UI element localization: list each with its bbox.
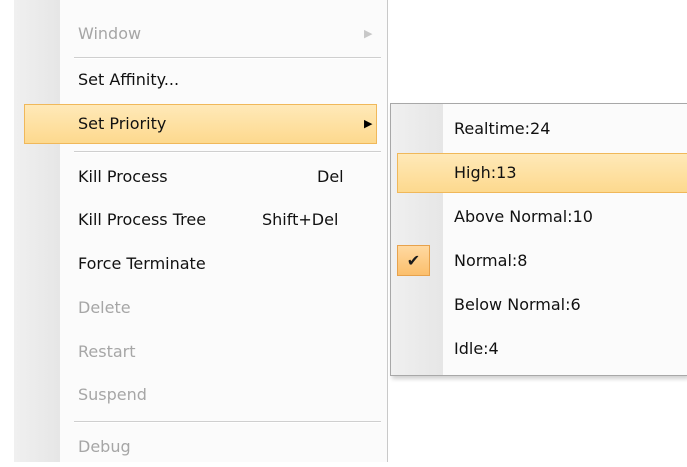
checkmark-icon: ✔ <box>397 245 430 276</box>
menu-item-label: Set Affinity... <box>78 70 180 89</box>
menu-item-label: Debug <box>78 437 131 456</box>
menu-item-delete: Delete <box>14 288 387 328</box>
menu-item-label: Kill Process <box>78 167 168 186</box>
priority-above-normal[interactable]: Above Normal:10 <box>391 197 687 237</box>
menu-item-suspend: Suspend <box>14 375 387 415</box>
menu-item-label: Realtime:24 <box>454 119 551 138</box>
priority-realtime[interactable]: Realtime:24 <box>391 109 687 149</box>
priority-high[interactable]: High:13 <box>397 153 687 193</box>
priority-submenu: Realtime:24 High:13 Above Normal:10 ✔ No… <box>390 103 687 376</box>
menu-item-label: Delete <box>78 298 131 317</box>
menu-item-label: Below Normal:6 <box>454 295 581 314</box>
menu-item-label: High:13 <box>454 163 517 182</box>
menu-item-kill-process-tree[interactable]: Kill Process Tree Shift+Del <box>14 200 387 240</box>
menu-item-window: Window ▶ <box>14 14 387 54</box>
context-menu: Window ▶ Set Affinity... Set Priority ▶ … <box>14 0 388 462</box>
menu-item-set-affinity[interactable]: Set Affinity... <box>14 60 387 100</box>
priority-idle[interactable]: Idle:4 <box>391 329 687 369</box>
menu-item-set-priority[interactable]: Set Priority ▶ <box>24 104 377 144</box>
menu-item-label: Suspend <box>78 385 147 404</box>
menu-item-label: Kill Process Tree <box>78 210 207 229</box>
menu-separator <box>74 421 381 423</box>
menu-item-force-terminate[interactable]: Force Terminate <box>14 244 387 284</box>
priority-below-normal[interactable]: Below Normal:6 <box>391 285 687 325</box>
menu-item-debug: Debug <box>14 427 387 467</box>
menu-item-restart: Restart <box>14 332 387 372</box>
menu-item-label: Idle:4 <box>454 339 499 358</box>
arrow-right-icon: ▶ <box>364 27 373 40</box>
menu-item-label: Normal:8 <box>454 251 528 270</box>
menu-item-label: Set Priority <box>78 114 167 133</box>
menu-item-label: Window <box>78 24 142 43</box>
menu-separator <box>74 151 381 153</box>
priority-normal[interactable]: ✔ Normal:8 <box>391 241 687 281</box>
menu-separator <box>74 57 381 59</box>
menu-item-shortcut: Shift+Del <box>262 210 339 229</box>
menu-item-shortcut: Del <box>317 167 344 186</box>
arrow-right-icon: ▶ <box>364 117 373 130</box>
menu-item-label: Restart <box>78 342 136 361</box>
menu-item-label: Force Terminate <box>78 254 206 273</box>
menu-item-label: Above Normal:10 <box>454 207 593 226</box>
menu-item-kill-process[interactable]: Kill Process Del <box>14 157 387 197</box>
